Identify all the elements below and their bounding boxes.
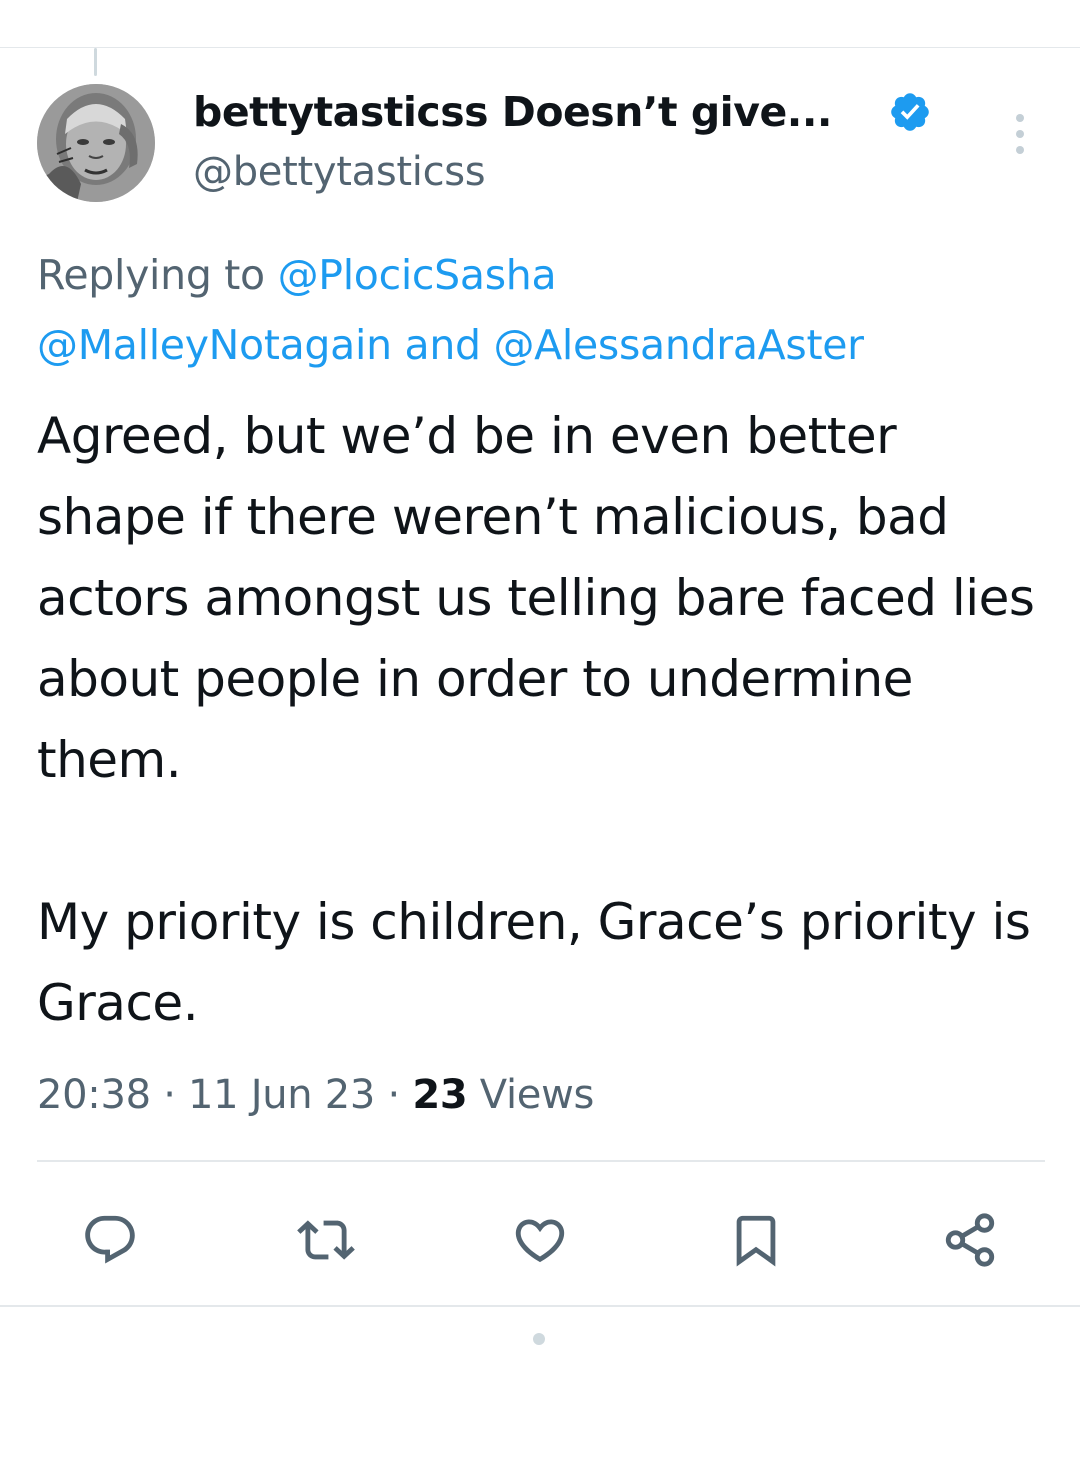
meta-separator: · (150, 1072, 189, 1118)
bookmark-button[interactable] (716, 1200, 796, 1280)
thread-connector-line (94, 48, 97, 76)
actions-divider (37, 1160, 1045, 1162)
loading-dot (533, 1333, 545, 1345)
replying-to: Replying to @PlocicSasha @MalleyNotagain … (37, 240, 1047, 380)
display-name[interactable]: bettytasticss Doesn’t give... (193, 86, 833, 138)
mention-alessandraaster[interactable]: @AlessandraAster (493, 321, 864, 369)
bookmark-icon (736, 1215, 776, 1267)
avatar[interactable] (37, 84, 155, 202)
views-label: Views (467, 1072, 595, 1118)
retweet-icon (297, 1220, 355, 1260)
action-bar (0, 1200, 1080, 1280)
heart-icon (515, 1219, 565, 1263)
views-count: 23 (412, 1072, 468, 1118)
user-handle[interactable]: @bettytasticss (193, 147, 486, 197)
mention-plocicsasha[interactable]: @PlocicSasha (278, 251, 557, 299)
verified-badge-icon (888, 90, 932, 134)
tweet-time[interactable]: 20:38 (37, 1072, 151, 1118)
tweet-metadata: 20:38 · 11 Jun 23 · 23 Views (37, 1066, 594, 1124)
bottom-divider (0, 1305, 1080, 1307)
mention-malleynotagain[interactable]: @MalleyNotagain (37, 321, 392, 369)
reply-icon (85, 1215, 135, 1264)
replying-and: and (391, 321, 494, 369)
retweet-button[interactable] (286, 1200, 366, 1280)
meta-separator-2: · (375, 1072, 413, 1118)
reply-button[interactable] (70, 1200, 150, 1280)
more-vertical-icon[interactable] (1008, 114, 1032, 154)
tweet-date[interactable]: 11 Jun 23 (188, 1072, 375, 1118)
share-icon (945, 1213, 995, 1267)
tweet-text: Agreed, but we’d be in even better shape… (37, 407, 1035, 1032)
like-button[interactable] (500, 1200, 580, 1280)
replying-prefix: Replying to (37, 251, 278, 299)
top-divider (0, 47, 1080, 48)
share-button[interactable] (930, 1200, 1010, 1280)
